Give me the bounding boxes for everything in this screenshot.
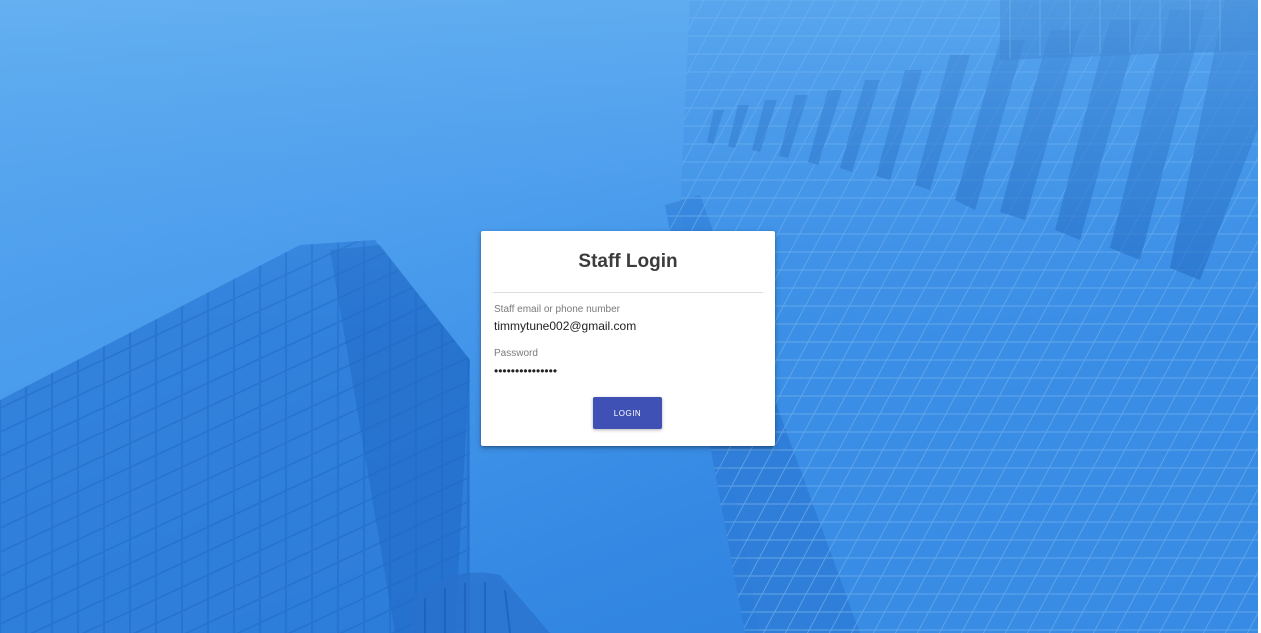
- card-title: Staff Login: [578, 251, 678, 272]
- login-button[interactable]: LOGIN: [593, 397, 662, 429]
- email-field-label: Staff email or phone number: [494, 304, 621, 315]
- email-input[interactable]: [494, 319, 754, 333]
- password-field-label: Password: [494, 348, 538, 359]
- login-card: Staff Login Staff email or phone number …: [481, 231, 775, 446]
- title-divider: [493, 292, 763, 293]
- login-page: Staff Login Staff email or phone number …: [0, 0, 1261, 633]
- password-input[interactable]: [494, 364, 754, 378]
